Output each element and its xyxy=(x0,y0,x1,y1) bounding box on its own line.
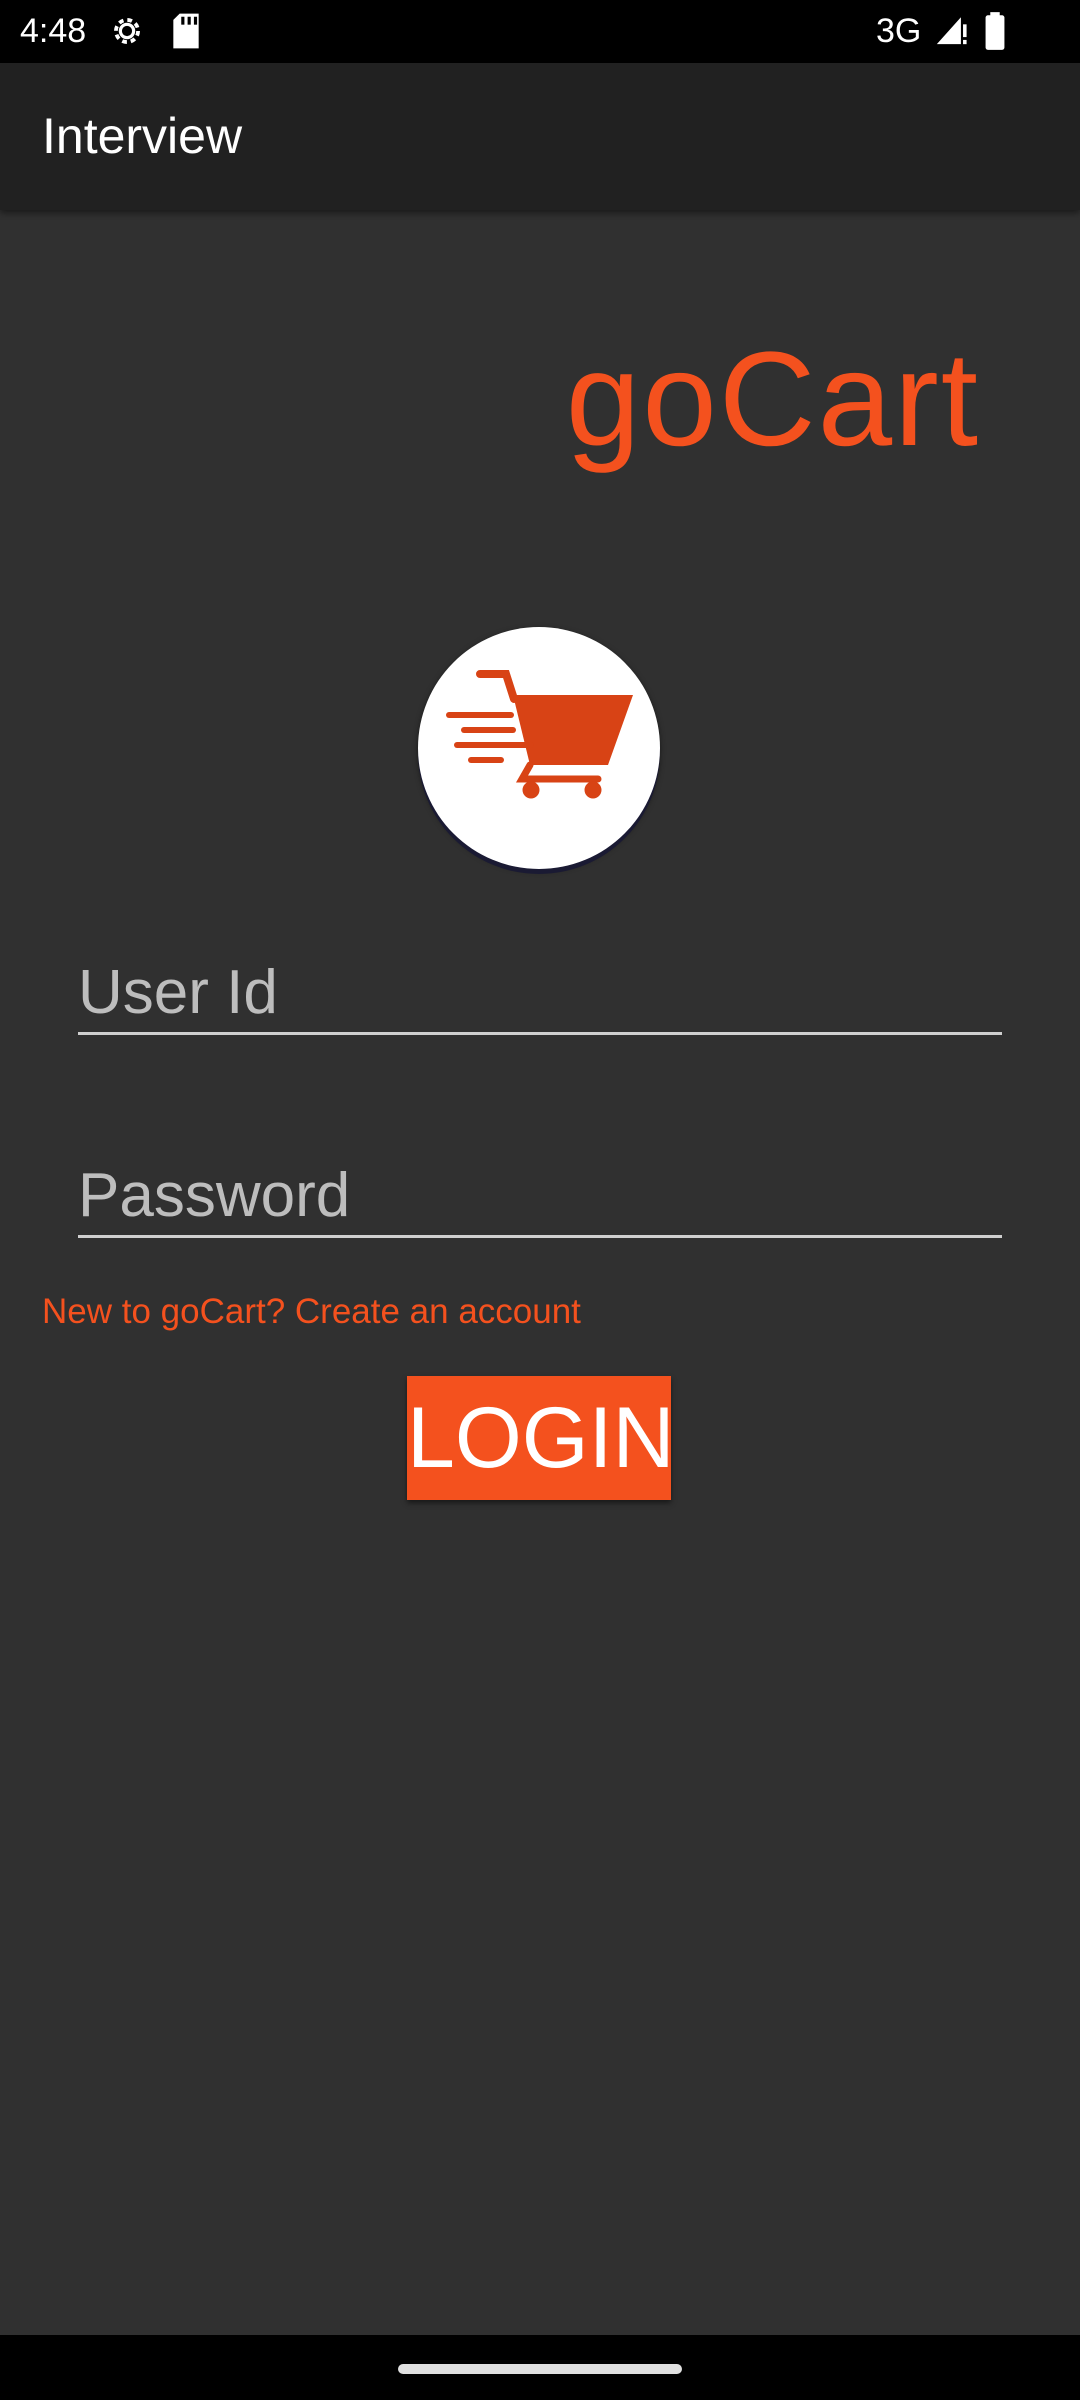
status-bar: 4:48 3G xyxy=(0,0,1080,63)
network-type: 3G xyxy=(876,12,922,50)
home-gesture-handle[interactable] xyxy=(398,2364,682,2374)
user-id-input[interactable] xyxy=(78,952,1002,1035)
sd-card-icon xyxy=(170,12,202,55)
app-bar: Interview xyxy=(0,63,1080,210)
battery-icon xyxy=(984,12,1006,55)
app-title: Interview xyxy=(42,108,243,164)
login-button[interactable]: LOGIN xyxy=(407,1376,675,1500)
brand-logo xyxy=(418,627,660,869)
password-input[interactable] xyxy=(78,1155,1002,1238)
navigation-bar xyxy=(0,2335,1080,2400)
settings-icon xyxy=(108,12,146,55)
status-time: 4:48 xyxy=(20,12,87,50)
shopping-cart-icon xyxy=(446,670,633,799)
brand-title: goCart xyxy=(565,325,980,474)
create-account-link[interactable]: New to goCart? Create an account xyxy=(42,1290,581,1334)
signal-icon xyxy=(934,12,968,53)
